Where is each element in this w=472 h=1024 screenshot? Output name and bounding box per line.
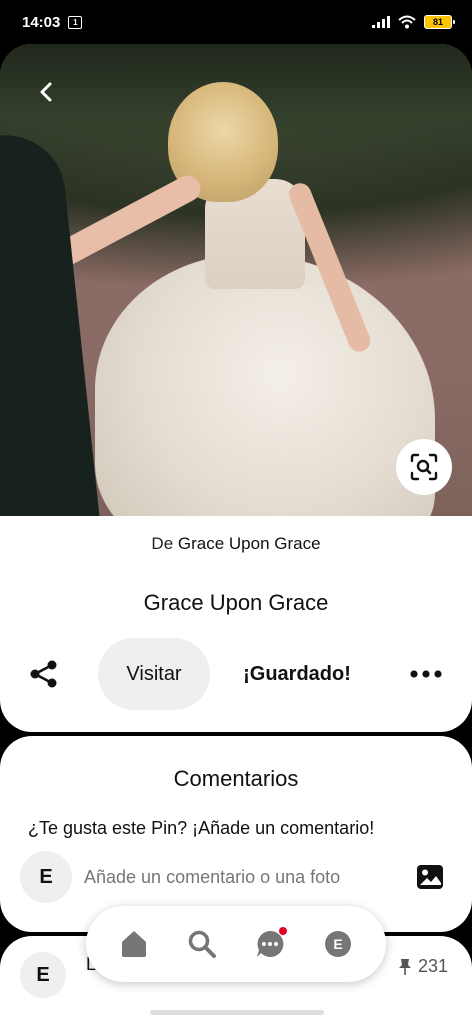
status-time: 14:03 [22, 13, 61, 31]
home-icon [122, 931, 146, 957]
avatar[interactable]: E [20, 952, 66, 998]
pin-title: Grace Upon Grace [143, 590, 329, 615]
back-button[interactable] [26, 72, 66, 112]
wifi-icon [398, 15, 416, 29]
avatar[interactable]: E [20, 851, 72, 903]
comments-card: Comentarios ¿Te gusta este Pin? ¡Añade u… [0, 736, 472, 932]
nav-profile[interactable]: E [316, 922, 360, 966]
profile-avatar: E [325, 931, 351, 957]
comments-prompt: ¿Te gusta este Pin? ¡Añade un comentario… [28, 818, 375, 838]
saved-button[interactable]: ¡Guardado! [230, 638, 364, 710]
status-right: 81 [372, 15, 455, 29]
pin-image[interactable] [0, 44, 472, 516]
add-photo-button[interactable] [414, 861, 446, 893]
more-options-button[interactable] [404, 654, 448, 694]
battery-level: 81 [432, 17, 443, 27]
source-prefix: De [151, 534, 174, 553]
comments-title: Comentarios [173, 766, 299, 791]
share-icon [30, 660, 57, 688]
share-button[interactable] [24, 654, 64, 694]
visual-search-button[interactable] [396, 439, 452, 495]
nav-messages[interactable] [248, 922, 292, 966]
pin-actions: Visitar ¡Guardado! [0, 638, 472, 710]
status-left: 14:03 1 [22, 13, 83, 31]
chevron-left-icon [40, 82, 52, 102]
nav-search[interactable] [180, 922, 224, 966]
signal-icon [372, 16, 390, 28]
pin-card: De Grace Upon Grace Grace Upon Grace Vis… [0, 44, 472, 732]
pin-count: 231 [398, 956, 448, 977]
ellipsis-icon [410, 670, 442, 678]
battery-icon: 81 [424, 15, 455, 29]
lens-search-icon [410, 453, 438, 481]
image-icon [417, 865, 443, 889]
notification-dot [279, 927, 287, 935]
pin-source[interactable]: De Grace Upon Grace [0, 534, 472, 554]
pushpin-icon [398, 958, 411, 975]
image-groom [0, 129, 101, 516]
status-bar: 14:03 1 81 [0, 0, 472, 44]
calendar-notification-icon: 1 [68, 15, 83, 29]
source-name: Grace Upon Grace [177, 534, 321, 553]
comment-input[interactable] [84, 866, 414, 888]
pin-count-value: 231 [417, 956, 448, 976]
home-indicator[interactable] [150, 1010, 324, 1015]
image-dress [95, 254, 435, 516]
search-icon [188, 930, 216, 958]
comment-composer: E [20, 851, 452, 903]
calendar-badge: 1 [73, 17, 78, 27]
bottom-nav: E [86, 906, 386, 982]
visit-button[interactable]: Visitar [98, 638, 210, 710]
nav-home[interactable] [112, 922, 156, 966]
